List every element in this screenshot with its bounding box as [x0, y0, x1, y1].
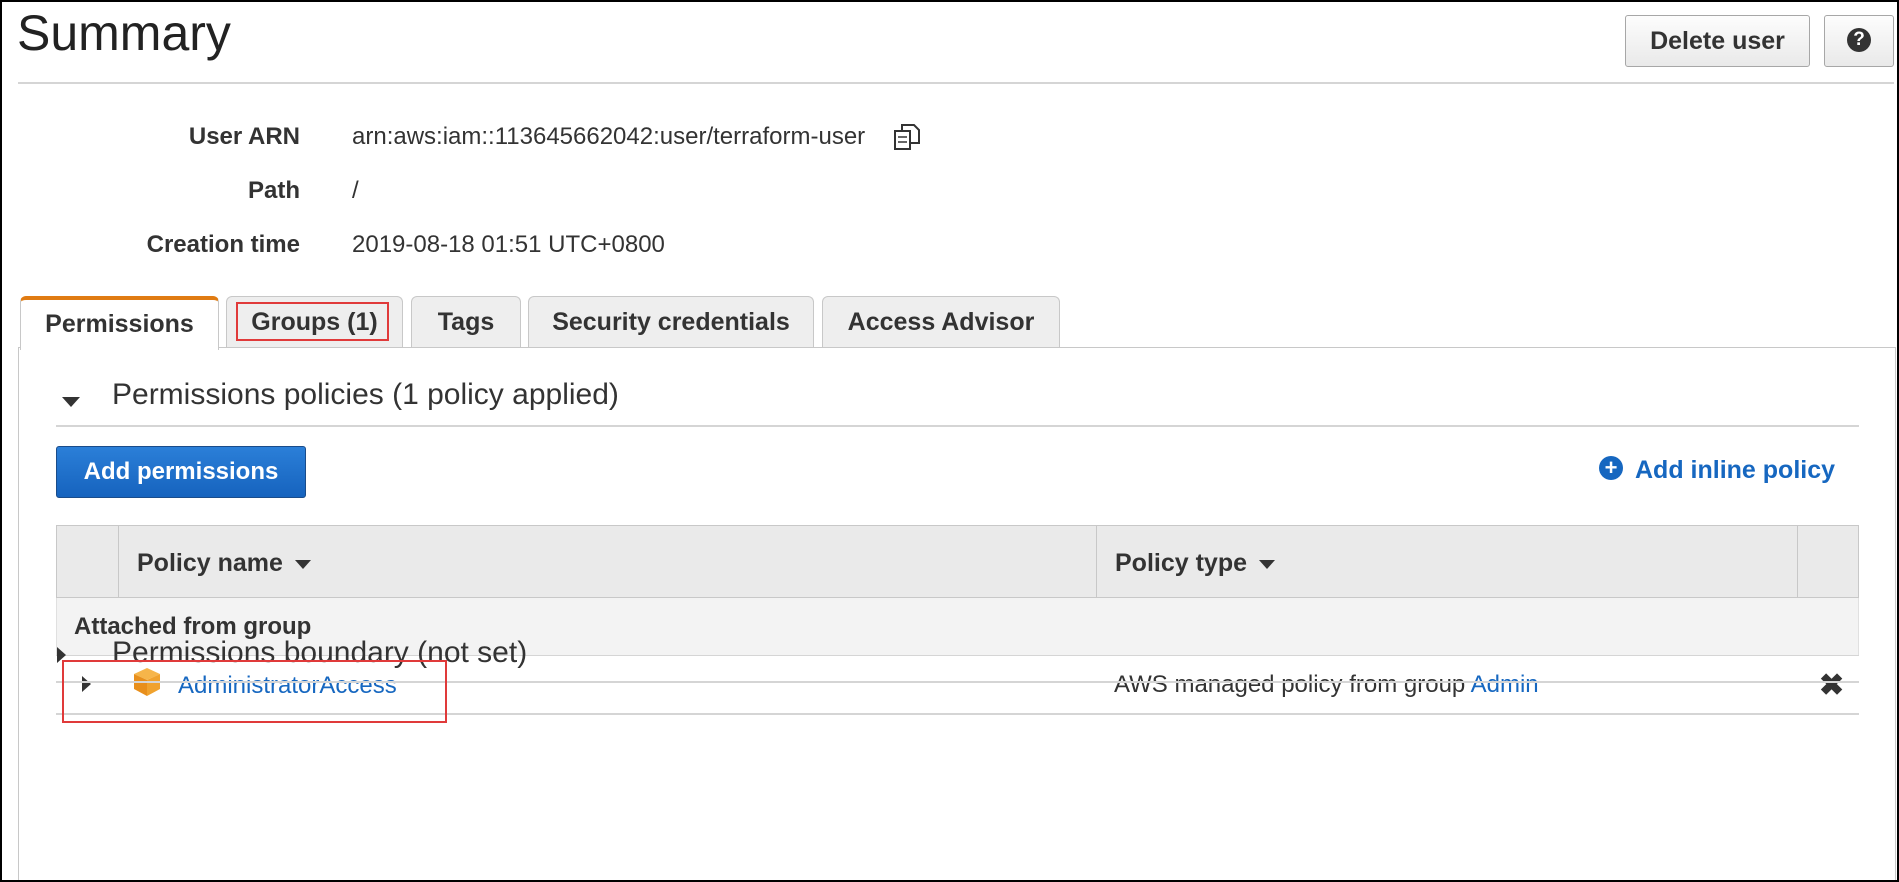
column-separator: [1096, 526, 1097, 597]
creation-time-label: Creation time: [146, 231, 300, 258]
page-title: Summary: [17, 5, 231, 61]
table-header: Policy name Policy type: [56, 525, 1859, 598]
column-separator: [1797, 526, 1798, 597]
help-button[interactable]: ?: [1824, 15, 1894, 67]
administrator-access-highlight-box: [62, 660, 447, 723]
add-inline-policy-label: Add inline policy: [1635, 456, 1836, 484]
add-inline-policy-link[interactable]: + Add inline policy: [1599, 456, 1835, 485]
path-value: /: [352, 177, 359, 204]
plus-circle-icon: +: [1599, 456, 1623, 481]
policy-type-cell: AWS managed policy from group Admin: [1114, 671, 1539, 699]
policy-type-text: AWS managed policy from group: [1114, 671, 1466, 698]
sort-caret-icon: [1259, 559, 1275, 569]
column-header-policy-type[interactable]: Policy type: [1115, 549, 1275, 578]
help-icon: ?: [1847, 28, 1871, 53]
close-icon[interactable]: ✖: [1819, 668, 1844, 703]
groups-tab-highlight-box: [236, 302, 389, 341]
column-header-policy-name[interactable]: Policy name: [137, 549, 311, 578]
tab-access-advisor[interactable]: Access Advisor: [822, 296, 1060, 347]
caret-down-icon[interactable]: [62, 397, 80, 407]
header-divider: [18, 82, 1894, 84]
permissions-tab-panel: Permissions policies (1 policy applied) …: [18, 347, 1896, 880]
user-arn-label: User ARN: [188, 123, 300, 150]
add-permissions-button[interactable]: Add permissions: [56, 446, 306, 498]
permissions-policies-title[interactable]: Permissions policies (1 policy applied): [112, 378, 619, 412]
creation-time-value: 2019-08-18 01:51 UTC+0800: [352, 231, 665, 258]
delete-user-button[interactable]: Delete user: [1625, 15, 1810, 67]
copy-icon[interactable]: [892, 122, 922, 152]
sort-caret-icon: [294, 559, 311, 569]
user-arn-value: arn:aws:iam::113645662042:user/terraform…: [352, 123, 866, 150]
group-admin-link[interactable]: Admin: [1471, 671, 1539, 698]
path-label: Path: [247, 177, 300, 204]
section-divider: [56, 425, 1859, 427]
tab-tags[interactable]: Tags: [411, 296, 521, 347]
iam-user-summary-page: Summary Delete user ? User ARN arn:aws:i…: [0, 0, 1899, 882]
tab-security-credentials[interactable]: Security credentials: [528, 296, 814, 347]
tab-permissions[interactable]: Permissions: [20, 296, 219, 350]
column-separator: [118, 526, 119, 597]
